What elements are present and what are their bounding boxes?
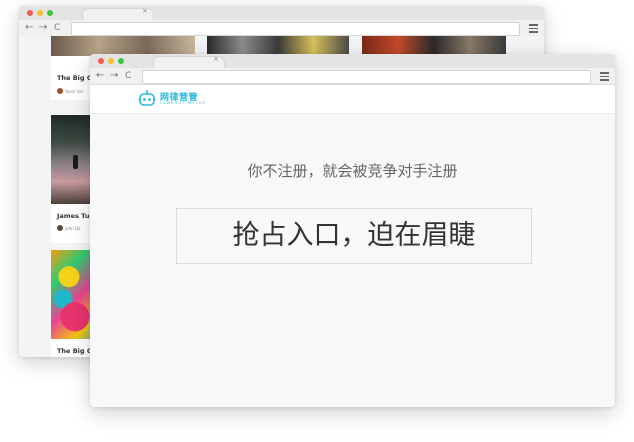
address-bar[interactable] xyxy=(142,70,591,84)
front-nav-bar: ← → C xyxy=(90,68,615,85)
hero-headline: 抢占入口，迫在眉睫 xyxy=(176,208,532,264)
front-tab-bar: × xyxy=(90,54,615,68)
forward-arrow-icon[interactable]: → xyxy=(110,69,118,83)
avatar xyxy=(57,225,63,231)
back-arrow-icon[interactable]: ← xyxy=(96,69,104,83)
site-header: 网律营管 LAWSHOP·MYTOP xyxy=(90,85,615,114)
browser-tab[interactable]: × xyxy=(154,55,224,68)
card-author: Yanni Val xyxy=(65,89,83,94)
minimize-window-dot[interactable] xyxy=(108,58,114,64)
avatar xyxy=(57,88,63,94)
forward-arrow-icon[interactable]: → xyxy=(39,21,47,35)
window-controls xyxy=(27,10,53,16)
tab-close-icon[interactable]: × xyxy=(213,55,219,63)
maximize-window-dot[interactable] xyxy=(47,10,53,16)
card-image xyxy=(362,36,506,56)
card-image xyxy=(207,36,349,56)
robot-logo-icon[interactable] xyxy=(138,90,156,108)
hero-subtitle: 你不注册，就会被竞争对手注册 xyxy=(247,162,458,180)
address-bar[interactable] xyxy=(71,22,520,36)
back-nav-bar: ← → C xyxy=(19,20,544,37)
minimize-window-dot[interactable] xyxy=(37,10,43,16)
tab-close-icon[interactable]: × xyxy=(142,7,148,15)
menu-icon[interactable] xyxy=(600,72,609,83)
front-browser-window: × ← → C 网律营管 LAWSHOP·MYTOP 你不注册，就会被竞争对手注… xyxy=(90,54,615,407)
back-tab-bar: × xyxy=(19,6,544,20)
close-window-dot[interactable] xyxy=(27,10,33,16)
card-author: John Do xyxy=(65,226,81,231)
gallery-card[interactable] xyxy=(362,36,506,56)
menu-icon[interactable] xyxy=(529,24,538,35)
browser-tab[interactable]: × xyxy=(83,7,153,20)
logo-subtitle: LAWSHOP·MYTOP xyxy=(160,101,207,105)
card-title: The Big C xyxy=(57,74,92,82)
maximize-window-dot[interactable] xyxy=(118,58,124,64)
window-controls xyxy=(98,58,124,64)
card-title: The Big C xyxy=(57,347,92,355)
back-arrow-icon[interactable]: ← xyxy=(25,21,33,35)
reload-icon[interactable]: C xyxy=(54,21,60,35)
card-image xyxy=(51,36,195,56)
close-window-dot[interactable] xyxy=(98,58,104,64)
reload-icon[interactable]: C xyxy=(125,69,131,83)
gallery-card[interactable] xyxy=(207,36,349,56)
card-title: James Tu xyxy=(57,212,90,220)
